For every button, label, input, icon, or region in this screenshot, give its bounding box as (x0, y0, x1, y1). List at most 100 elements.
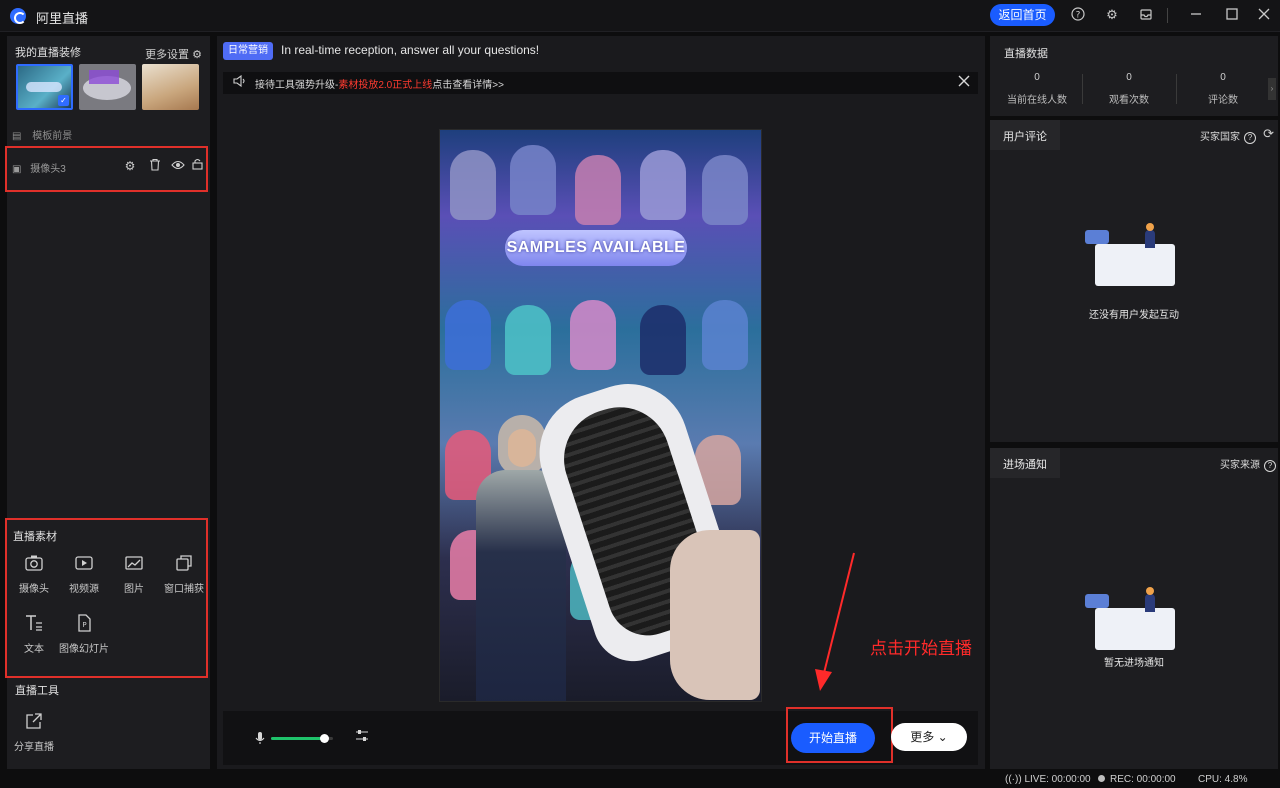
slipper-image (640, 305, 686, 375)
delete-icon[interactable] (147, 158, 163, 174)
samples-available-badge: SAMPLES AVAILABLE (505, 230, 687, 266)
materials-title: 直播素材 (13, 531, 57, 543)
material-text-button[interactable]: 文本 (9, 614, 59, 655)
rec-timer-text: REC: 00:00:00 (1110, 774, 1176, 785)
lock-icon[interactable] (189, 158, 205, 174)
camera-layer-row[interactable]: ▣ 摄像头3 ⚙ (5, 146, 208, 192)
slipper-image (510, 145, 556, 215)
buyer-country-label[interactable]: 买家国家? (1200, 128, 1256, 144)
svg-text:P: P (82, 621, 86, 629)
material-image-label: 图片 (124, 584, 144, 595)
visibility-eye-icon[interactable] (170, 158, 186, 174)
share-live-label: 分享直播 (14, 742, 54, 753)
status-bar: ((·)) LIVE: 00:00:00 REC: 00:00:00 CPU: … (0, 770, 1280, 788)
chevron-right-icon[interactable]: › (1268, 78, 1276, 100)
buyer-country-text: 买家国家 (1200, 132, 1240, 143)
notice-suffix[interactable]: 点击查看详情>> (432, 80, 504, 91)
more-dropdown-button[interactable]: 更多 ⌄ (891, 723, 967, 751)
more-settings-label: 更多设置 (145, 49, 190, 61)
start-live-button[interactable]: 开始直播 (791, 723, 875, 753)
app-title: 阿里直播 (36, 11, 89, 26)
tab-user-comments[interactable]: 用户评论 (990, 120, 1060, 150)
gear-icon: ⚙ (192, 49, 202, 61)
layer-settings-icon[interactable]: ⚙ (122, 158, 138, 174)
live-timer: ((·)) LIVE: 00:00:00 (1005, 774, 1091, 785)
tab-entry-notice[interactable]: 进场通知 (990, 448, 1060, 478)
user-comments-panel: 用户评论 买家国家? ⟳ 还没有用户发起互动 (990, 120, 1278, 442)
slideshow-icon: P (59, 614, 109, 640)
camera-icon: ▣ (12, 164, 22, 175)
camera-icon (9, 554, 59, 580)
more-settings-link[interactable]: 更多设置 ⚙ (145, 46, 202, 62)
annotation-text: 点击开始直播 (870, 639, 972, 658)
template-thumbnail-2[interactable] (79, 64, 136, 110)
cpu-usage: CPU: 4.8% (1198, 774, 1248, 785)
slipper-image (570, 300, 616, 370)
camera-layer: ▣ 摄像头3 (12, 160, 66, 175)
help-icon: ? (1264, 460, 1276, 472)
slipper-image (505, 305, 551, 375)
hand-image (670, 530, 760, 700)
minimize-icon[interactable] (1188, 7, 1204, 23)
material-window-capture-button[interactable]: 窗口捕获 (159, 554, 209, 595)
notice-bar[interactable]: 接待工具强势升级-素材投放2.0正式上线点击查看详情>> (223, 72, 978, 94)
template-thumbnail-3[interactable] (142, 64, 199, 110)
video-source-icon (59, 554, 109, 580)
material-slideshow-label: 图像幻灯片 (59, 644, 109, 655)
maximize-icon[interactable] (1224, 7, 1240, 23)
decor-section-title: 我的直播装修 (15, 47, 81, 59)
share-live-button[interactable]: 分享直播 (11, 712, 57, 753)
material-video-source-button[interactable]: 视频源 (59, 554, 109, 595)
buyer-source-label[interactable]: 买家来源? (1220, 456, 1276, 472)
back-to-home-button[interactable]: 返回首页 (990, 4, 1055, 26)
tools-title: 直播工具 (15, 685, 59, 697)
stat-label: 评论数 (1208, 95, 1238, 106)
material-camera-button[interactable]: 摄像头 (9, 554, 59, 595)
stat-value: 0 (1034, 72, 1040, 83)
notice-close-icon[interactable] (958, 74, 970, 92)
camera-layer-label: 摄像头3 (30, 164, 66, 175)
stat-value: 0 (1220, 72, 1226, 83)
mic-volume-fill (271, 737, 324, 740)
refresh-icon[interactable]: ⟳ (1263, 126, 1274, 142)
live-stats-panel: 直播数据 0 当前在线人数 0 观看次数 0 评论数 › (990, 36, 1278, 116)
material-image-button[interactable]: 图片 (109, 554, 159, 595)
stat-view-count: 0 观看次数 (1082, 72, 1176, 106)
audio-mixer-icon[interactable] (355, 729, 369, 745)
material-text-label: 文本 (24, 644, 44, 655)
mic-volume-slider[interactable] (271, 734, 333, 743)
buyer-source-text: 买家来源 (1220, 460, 1260, 471)
help-icon[interactable]: ? (1070, 7, 1086, 23)
speaker-icon (233, 74, 247, 90)
live-materials-panel: 直播素材 摄像头 视频源 图片 窗口捕获 文本 P 图像幻灯片 (5, 518, 208, 678)
broadcast-icon: ((·)) (1005, 774, 1022, 785)
material-slideshow-button[interactable]: P 图像幻灯片 (59, 614, 109, 655)
promo-tag[interactable]: 日常营销 (223, 42, 273, 60)
slipper-image (640, 150, 686, 220)
notice-prefix: 接待工具强势升级- (255, 80, 339, 91)
stat-label: 观看次数 (1109, 95, 1149, 106)
annotation-arrow-icon (815, 552, 855, 691)
title-bar: 阿里直播 返回首页 ? ⚙ (0, 0, 1280, 32)
stat-value: 0 (1126, 72, 1132, 83)
close-icon[interactable] (1256, 7, 1272, 23)
titlebar-divider (1167, 8, 1168, 23)
mic-volume-handle[interactable] (319, 734, 329, 743)
material-video-source-label: 视频源 (69, 584, 99, 595)
image-icon (109, 554, 159, 580)
left-panel: 我的直播装修 更多设置 ⚙ ✓ ▤ 模板前景 ▣ 摄像头3 ⚙ 直播素材 摄像头… (5, 36, 210, 769)
more-button-label: 更多 (910, 730, 935, 744)
template-thumbnail-1[interactable]: ✓ (16, 64, 73, 110)
inbox-icon[interactable] (1138, 7, 1154, 23)
live-preview-video[interactable]: SAMPLES AVAILABLE (439, 129, 762, 702)
settings-gear-icon[interactable]: ⚙ (1104, 7, 1120, 23)
notice-highlight[interactable]: 素材投放2.0正式上线 (338, 80, 432, 91)
share-icon (11, 712, 57, 738)
record-dot-icon (1098, 775, 1105, 782)
comments-empty-text: 还没有用户发起互动 (1089, 310, 1179, 321)
microphone-icon[interactable] (255, 731, 265, 748)
app-logo-icon (10, 8, 26, 24)
template-foreground-layer[interactable]: ▤ 模板前景 (12, 127, 72, 142)
chevron-down-icon: ⌄ (937, 730, 948, 744)
material-window-capture-label: 窗口捕获 (164, 584, 204, 595)
